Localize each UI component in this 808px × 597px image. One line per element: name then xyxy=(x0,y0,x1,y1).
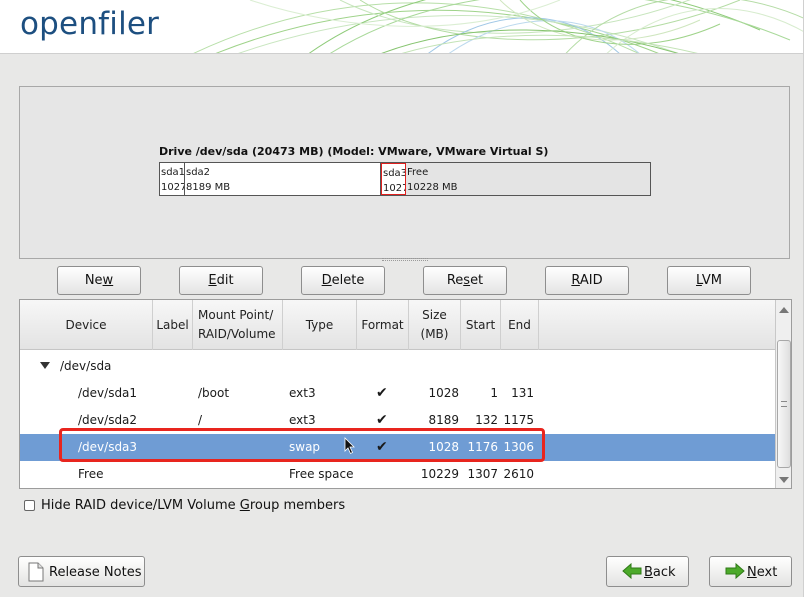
segment-size: 8189 MB xyxy=(186,182,231,193)
edit-button[interactable]: Edit xyxy=(179,266,263,295)
reset-button[interactable]: Reset xyxy=(423,266,507,295)
cell-start: 132 xyxy=(475,413,498,427)
table-row[interactable]: /dev/sda1 /boot ext3 ✔ 1028 1 131 xyxy=(20,380,775,407)
app-header: openfiler xyxy=(0,0,808,54)
pane-resize-grip[interactable] xyxy=(382,258,428,261)
group-device: /dev/sda xyxy=(60,359,112,373)
col-size[interactable]: Size (MB) xyxy=(409,300,461,350)
raid-button[interactable]: RAID xyxy=(545,266,629,295)
col-mount-point[interactable]: Mount Point/ RAID/Volume xyxy=(193,300,283,350)
document-icon xyxy=(28,562,44,582)
segment-name: Free xyxy=(407,167,429,178)
hide-raid-label[interactable]: Hide RAID device/LVM Volume Group member… xyxy=(41,498,345,513)
mouse-cursor-icon xyxy=(344,437,355,455)
cell-type: Free space xyxy=(289,467,354,481)
hide-raid-checkbox[interactable] xyxy=(24,500,35,511)
drive-title: Drive /dev/sda (20473 MB) (Model: VMware… xyxy=(159,145,549,158)
segment-sda2[interactable]: sda2 8189 MB xyxy=(185,163,381,195)
cell-start: 1176 xyxy=(467,440,498,454)
cell-size: 8189 xyxy=(428,413,459,427)
cell-start: 1 xyxy=(490,386,498,400)
table-row-selected[interactable]: /dev/sda3 swap ✔ 1028 1176 1306 xyxy=(20,434,775,461)
col-device[interactable]: Device xyxy=(20,300,153,350)
thumb-grip xyxy=(781,401,787,407)
scrollbar-thumb[interactable] xyxy=(777,340,791,468)
openfiler-logo: openfiler xyxy=(20,6,160,42)
window-edge xyxy=(803,0,808,597)
partition-diagram: Drive /dev/sda (20473 MB) (Model: VMware… xyxy=(19,86,790,261)
green-left-arrow-icon xyxy=(622,563,642,579)
col-label[interactable]: Label xyxy=(153,300,193,350)
col-format[interactable]: Format xyxy=(357,300,409,350)
segment-size: 10228 MB xyxy=(407,182,458,193)
partition-table: Device Label Mount Point/ RAID/Volume Ty… xyxy=(19,299,792,489)
segment-size: 1027 xyxy=(161,182,185,193)
segment-size: 1027 xyxy=(383,183,406,194)
back-label: Back xyxy=(644,565,676,580)
col-mount-line1: Mount Point/ xyxy=(198,308,274,322)
col-size-line1: Size xyxy=(422,308,447,322)
cell-end: 131 xyxy=(511,386,534,400)
next-button[interactable]: Next xyxy=(709,556,792,587)
table-header: Device Label Mount Point/ RAID/Volume Ty… xyxy=(20,300,775,350)
col-mount-line2: RAID/Volume xyxy=(198,327,276,341)
delete-button[interactable]: Delete xyxy=(301,266,385,295)
table-scrollbar[interactable] xyxy=(775,300,791,488)
drive-bar: sda1 1027 sda2 8189 MB sda3 1027 Free 10… xyxy=(159,162,651,196)
checkmark-icon: ✔ xyxy=(376,439,388,455)
cell-end: 2610 xyxy=(503,467,534,481)
back-button[interactable]: Back xyxy=(606,556,689,587)
cell-device: Free xyxy=(78,467,104,481)
cell-type: ext3 xyxy=(289,413,316,427)
next-label: Next xyxy=(747,565,778,580)
col-size-line2: (MB) xyxy=(420,327,449,341)
green-right-arrow-icon xyxy=(725,563,745,579)
segment-name: sda2 xyxy=(186,167,211,178)
release-notes-button[interactable]: Release Notes xyxy=(18,556,145,587)
checkmark-icon: ✔ xyxy=(376,412,388,428)
cell-size: 1028 xyxy=(428,386,459,400)
segment-name: sda1 xyxy=(161,167,185,178)
col-start[interactable]: Start xyxy=(461,300,501,350)
expander-down-icon[interactable] xyxy=(40,362,50,369)
scroll-down-arrow-icon[interactable] xyxy=(779,477,789,483)
checkmark-icon: ✔ xyxy=(376,385,388,401)
scroll-up-arrow-icon[interactable] xyxy=(779,307,789,313)
cell-size: 1028 xyxy=(428,440,459,454)
cell-start: 1307 xyxy=(467,467,498,481)
cell-type: swap xyxy=(289,440,321,454)
release-notes-label: Release Notes xyxy=(49,565,142,580)
table-row[interactable]: Free Free space 10229 1307 2610 xyxy=(20,461,775,488)
cell-device: /dev/sda1 xyxy=(78,386,138,400)
table-group-row[interactable]: /dev/sda xyxy=(20,353,775,380)
lvm-button[interactable]: LVM xyxy=(667,266,751,295)
segment-name: sda3 xyxy=(383,168,406,179)
cell-mount: / xyxy=(198,413,203,427)
cell-end: 1175 xyxy=(503,413,534,427)
cell-device: /dev/sda2 xyxy=(78,413,138,427)
cell-mount: /boot xyxy=(198,386,230,400)
table-row[interactable]: /dev/sda2 / ext3 ✔ 8189 132 1175 xyxy=(20,407,775,434)
cell-size: 10229 xyxy=(420,467,459,481)
segment-free[interactable]: Free 10228 MB xyxy=(406,163,650,195)
cell-device: /dev/sda3 xyxy=(78,440,138,454)
col-end[interactable]: End xyxy=(501,300,539,350)
segment-sda1[interactable]: sda1 1027 xyxy=(160,163,185,195)
segment-sda3[interactable]: sda3 1027 xyxy=(381,163,406,195)
cell-end: 1306 xyxy=(503,440,534,454)
col-type[interactable]: Type xyxy=(283,300,357,350)
cell-type: ext3 xyxy=(289,386,316,400)
new-button[interactable]: New xyxy=(57,266,141,295)
